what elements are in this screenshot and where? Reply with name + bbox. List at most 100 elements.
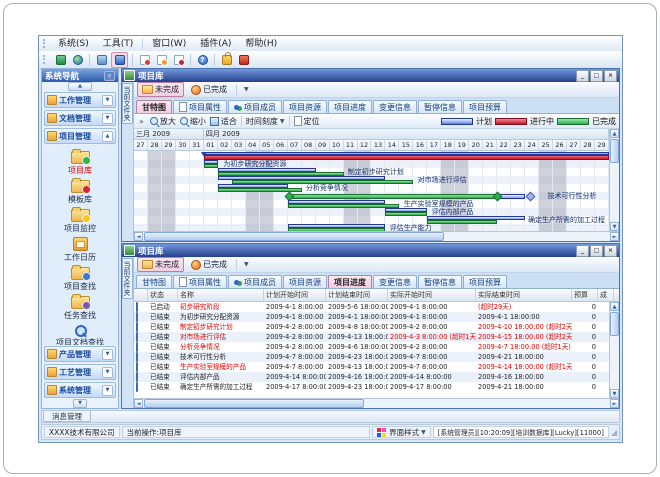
ui-style-button[interactable]: 界面样式 ▼ — [372, 426, 431, 438]
menu-item-0[interactable]: 系统(S) — [51, 37, 96, 51]
sidebar-item-2[interactable]: 项目监控 — [64, 205, 96, 233]
column-header-3[interactable]: 计划开始时间 — [264, 289, 326, 301]
sidebar-item-1[interactable]: 模板库 — [68, 176, 92, 204]
menu-item-2[interactable]: 窗口(W) — [145, 37, 193, 51]
scroll-left-icon[interactable]: ◄ — [134, 232, 143, 241]
sidebar-item-3[interactable]: 工作日历 — [64, 234, 96, 262]
scroll-left-icon[interactable]: ◄ — [134, 399, 143, 408]
chevron-down-icon[interactable]: ▼ — [241, 86, 252, 93]
chevron-down-icon[interactable]: ▼ — [241, 261, 252, 268]
close-button[interactable]: × — [604, 70, 617, 82]
table-row[interactable]: 已结束生产实验室规模的产品2009-4-7 8:00:002009-4-13 1… — [134, 362, 609, 372]
table-vertical-scrollbar[interactable]: ▲ ▼ — [609, 302, 619, 398]
table-row[interactable]: 已结束制定初步研究计划2009-4-2 8:00:002009-4-8 18:0… — [134, 322, 609, 332]
panel-title-bar[interactable]: 项目库 _ □ × — [122, 244, 619, 257]
toolbar-grip[interactable] — [43, 55, 47, 64]
toolbar-lock-icon[interactable] — [219, 53, 234, 67]
table-row[interactable]: 已结束分析竞争情况2009-4-2 8:00:002009-4-6 18:00:… — [134, 342, 609, 352]
gantt-task-row[interactable]: 分析竞争情况 — [134, 184, 609, 192]
resize-grip[interactable]: ◢ — [611, 428, 617, 437]
sidebar-group-5[interactable]: 系统管理▼ — [44, 382, 116, 398]
chevron-down-icon[interactable]: ▼ — [102, 95, 113, 106]
table-row[interactable]: 已启动初步研究阶段2009-4-1 8:00:002009-5-6 18:00:… — [134, 302, 609, 312]
tab-2[interactable]: 项目成员 — [228, 100, 282, 113]
column-header-1[interactable]: 状态 — [148, 289, 178, 301]
filter-finished-button[interactable]: 已完成 — [186, 257, 232, 272]
tab-7[interactable]: 项目预算 — [463, 275, 507, 288]
chevron-down-icon[interactable]: ▼ — [102, 349, 113, 360]
menu-item-4[interactable]: 帮助(H) — [238, 37, 284, 51]
gantt-fit-button[interactable]: 适合 — [210, 116, 237, 127]
sidebar-group-0[interactable]: 工作管理▼ — [44, 92, 116, 108]
tab-current-folder[interactable]: 当前文件夹 — [122, 83, 133, 124]
sidebar-group-4[interactable]: 工艺管理▼ — [44, 364, 116, 380]
column-header-6[interactable]: 实际结束时间 — [476, 289, 572, 301]
gantt-horizontal-scrollbar[interactable]: ◄ ► — [134, 231, 619, 241]
tab-4[interactable]: 项目进度 — [328, 275, 372, 288]
chevron-down-icon[interactable]: ▼ — [102, 367, 113, 378]
sidebar-item-5[interactable]: 任务查找 — [64, 292, 96, 320]
gantt-vertical-scrollbar[interactable]: ▲ ▼ — [609, 129, 619, 231]
toolbar-doc-b-icon[interactable] — [154, 53, 169, 67]
filter-finished-button[interactable]: 已完成 — [186, 82, 232, 97]
minimize-button[interactable]: _ — [576, 70, 589, 82]
sidebar-collapse-button[interactable]: ▲ — [68, 82, 92, 91]
tab-3[interactable]: 项目资源 — [283, 100, 327, 113]
gantt-zoom-in-button[interactable]: 放大 — [150, 116, 176, 127]
scroll-right-icon[interactable]: ► — [610, 232, 619, 241]
scrollbar-thumb[interactable] — [610, 139, 619, 163]
toolbar-save-icon[interactable] — [111, 52, 128, 68]
scroll-down-icon[interactable]: ▼ — [610, 222, 619, 231]
tab-6[interactable]: 暂停信息 — [418, 275, 462, 288]
sidebar-item-4[interactable]: 项目查找 — [64, 263, 96, 291]
tab-3[interactable]: 项目资源 — [283, 275, 327, 288]
column-header-4[interactable]: 计划结束时间 — [326, 289, 388, 301]
gantt-zoom-out-button[interactable]: 缩小 — [180, 116, 206, 127]
menu-item-1[interactable]: 工具(T) — [96, 37, 141, 51]
scrollbar-thumb[interactable] — [610, 312, 619, 336]
column-header-0[interactable] — [134, 289, 148, 301]
gantt-task-row[interactable]: 技术可行性分析 — [134, 192, 609, 200]
panel-title-bar[interactable]: 项目库 _ □ × — [122, 69, 619, 82]
maximize-button[interactable]: □ — [590, 245, 603, 257]
table-row[interactable]: 已结束确定生产所需的加工过程2009-4-17 8:00:002009-4-23… — [134, 382, 609, 392]
tab-7[interactable]: 项目预算 — [463, 100, 507, 113]
toolbar-overflow-icon[interactable]: » — [137, 117, 146, 126]
tab-0[interactable]: 甘特图 — [136, 275, 172, 288]
chevron-down-icon[interactable]: ▼ — [102, 385, 113, 396]
scroll-right-icon[interactable]: ► — [610, 399, 619, 408]
toolbar-globe-icon[interactable] — [70, 53, 85, 67]
gantt-task-row[interactable]: 生产实验室规模的产品 — [134, 200, 609, 208]
sidebar-group-3[interactable]: 产品管理▼ — [44, 346, 116, 362]
toolbar-help-icon[interactable]: ? — [195, 53, 210, 67]
filter-unfinished-button[interactable]: 未完成 — [137, 257, 184, 272]
gantt-task-row[interactable]: 评估内部产品 — [134, 208, 609, 216]
sidebar-group-1[interactable]: 文档管理▼ — [44, 110, 116, 126]
gantt-task-row[interactable]: 为初步研究分配资源 — [134, 160, 609, 168]
sidebar-scroll-down-button[interactable]: ▼ — [73, 399, 87, 408]
gantt-task-row[interactable]: 确定生产所需的加工过程 — [134, 216, 609, 224]
column-header-2[interactable]: 名称 — [178, 289, 264, 301]
tab-6[interactable]: 暂停信息 — [418, 100, 462, 113]
chevron-up-icon[interactable]: ▲ — [102, 131, 113, 142]
gantt-timescale-button[interactable]: 时间刻度▼ — [246, 116, 285, 127]
toolbar-pc-icon[interactable] — [53, 53, 68, 67]
tab-0[interactable]: 甘特图 — [136, 100, 172, 113]
gantt-task-row[interactable]: 评估生产能力 — [134, 224, 609, 231]
filter-unfinished-button[interactable]: 未完成 — [137, 82, 184, 97]
gantt-task-row[interactable] — [134, 152, 609, 160]
sidebar-item-6[interactable]: 项目文档查找 — [56, 321, 104, 345]
scrollbar-thumb[interactable] — [144, 399, 364, 408]
chevron-down-icon[interactable]: ▼ — [102, 113, 113, 124]
pin-icon[interactable]: ▿ — [104, 71, 115, 81]
tab-5[interactable]: 变更信息 — [373, 275, 417, 288]
tab-message-management[interactable]: 消息管理 — [43, 411, 91, 422]
tab-current-folder[interactable]: 当前文件夹 — [122, 258, 133, 299]
tab-1[interactable]: 项目属性 — [173, 275, 227, 288]
maximize-button[interactable]: □ — [590, 70, 603, 82]
column-header-7[interactable]: 预算 — [572, 289, 598, 301]
gantt-task-row[interactable]: 制定初步研究计划 — [134, 168, 609, 176]
table-horizontal-scrollbar[interactable]: ◄ ► — [134, 398, 619, 408]
toolbar-stop-icon[interactable] — [236, 53, 251, 67]
table-row[interactable]: 已结束对市场进行评估2009-4-2 8:00:002009-4-13 18:0… — [134, 332, 609, 342]
